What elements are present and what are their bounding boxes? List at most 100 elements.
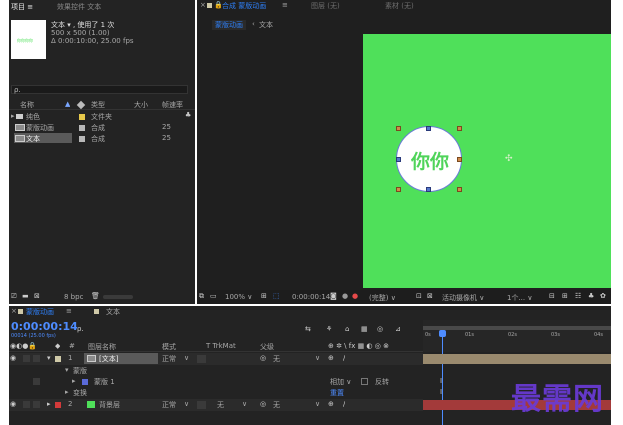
quality-select[interactable]: (完整) ∨ (369, 293, 396, 303)
anchor-point-icon[interactable]: ✣ (505, 154, 513, 164)
reset-link[interactable]: 重置 (330, 388, 344, 398)
exposure-icon[interactable]: ✿ (600, 292, 606, 300)
timeline-search-input[interactable]: ρ. (77, 325, 84, 333)
bbox-handle[interactable] (396, 126, 401, 131)
keyframe-marker-icon[interactable]: I (440, 388, 442, 396)
project-search-input[interactable]: ρ. (11, 85, 188, 94)
close-icon[interactable]: × (200, 1, 206, 9)
tab-composition[interactable]: 合成 蒙版动画 (222, 1, 266, 11)
shy-switch-icon[interactable]: ⊕ (328, 400, 334, 408)
invert-checkbox[interactable] (361, 378, 368, 385)
graph-editor-icon[interactable]: ⊿ (395, 325, 401, 333)
color-channel-icon[interactable]: ● (352, 292, 358, 300)
trkmat-select[interactable]: 无 (217, 400, 224, 410)
mode-select[interactable]: 正常 (162, 400, 176, 410)
region-of-interest-icon[interactable]: ⊡ (416, 292, 422, 300)
parent-select[interactable]: 无 (273, 354, 280, 364)
keyframe-marker-icon[interactable]: I (440, 377, 442, 385)
motion-blur-icon[interactable]: ◎ (377, 325, 383, 333)
transparency-grid-icon[interactable]: ⊠ (427, 292, 433, 300)
composition-mini-flowchart-icon[interactable]: ⇆ (305, 325, 311, 333)
layer-row[interactable]: ◉ ▾ 1 [文本] 正常 ∨ ◎ 无 ∨ ⊕ / (9, 353, 423, 365)
chevron-down-icon[interactable]: ∨ (184, 354, 189, 362)
column-type[interactable]: 类型 (91, 100, 105, 110)
mask-color-chip[interactable] (82, 379, 88, 385)
project-tab[interactable]: 项目 ≡ (11, 2, 33, 12)
column-fps[interactable]: 帧速率 (162, 100, 183, 110)
mask-vertex[interactable] (396, 157, 401, 162)
expand-arrow-icon[interactable]: ▸ (72, 377, 76, 385)
column-layer-name[interactable]: 图层名称 (88, 342, 116, 352)
region-icon[interactable]: ⬚ (273, 292, 280, 300)
bbox-handle[interactable] (457, 187, 462, 192)
column-trkmat[interactable]: T TrkMat (206, 342, 236, 350)
switch-box[interactable] (23, 355, 30, 362)
thumbnail-slider[interactable] (103, 295, 133, 299)
always-preview-icon[interactable]: ⧉ (199, 292, 204, 301)
camera-select[interactable]: 活动摄像机 ∨ (442, 293, 484, 303)
parent-select[interactable]: 无 (273, 400, 280, 410)
tab-footage[interactable]: 素材 (无) (385, 1, 414, 11)
mode-select[interactable]: 正常 (162, 354, 176, 364)
trkmat-box[interactable] (197, 401, 206, 409)
panel-menu-icon[interactable]: ≡ (282, 1, 288, 9)
quality-switch-icon[interactable]: / (343, 400, 345, 408)
expand-arrow-icon[interactable]: ▸ (65, 388, 69, 396)
expand-arrow-icon[interactable]: ▸ (47, 400, 51, 408)
switch-box[interactable] (23, 401, 30, 408)
tab-timeline-text[interactable]: 文本 (106, 307, 120, 317)
mask-name[interactable]: 蒙版 1 (94, 377, 115, 387)
tab-layer[interactable]: 图层 (无) (311, 1, 340, 11)
column-size[interactable]: 大小 (134, 100, 148, 110)
chevron-down-icon[interactable]: ∨ (315, 400, 320, 408)
pickwhip-icon[interactable]: ◎ (260, 400, 266, 408)
work-area-bar[interactable] (423, 326, 611, 330)
column-name[interactable]: 名称 (20, 100, 34, 110)
mask-mode-select[interactable]: 相加 ∨ (330, 377, 351, 387)
time-ruler[interactable]: 0s 01s 02s 03s 04s (423, 320, 611, 352)
chevron-down-icon[interactable]: ∨ (242, 400, 247, 408)
viewer-timecode[interactable]: 0:00:00:14 (292, 293, 330, 301)
breadcrumb-item[interactable]: 蒙版动画 (212, 20, 246, 30)
flowchart-icon[interactable]: ♣ (588, 292, 594, 300)
views-select[interactable]: 1个... ∨ (507, 293, 533, 303)
close-icon[interactable]: × (11, 307, 17, 315)
bbox-handle[interactable] (457, 126, 462, 131)
visibility-icon[interactable]: ◉ (10, 400, 16, 408)
layer-duration-bar[interactable] (423, 354, 611, 364)
timeline-icon[interactable]: ☷ (575, 292, 581, 300)
layer-name[interactable]: [文本] (99, 354, 118, 364)
draft-3d-icon[interactable]: ⚘ (326, 325, 332, 333)
playhead-handle[interactable] (439, 330, 446, 337)
av-switches-icon[interactable]: ◉◐●🔒 (10, 342, 37, 350)
label-color-chip[interactable] (55, 402, 61, 408)
project-row[interactable]: 蒙版动画 合成 25 (9, 122, 195, 133)
zoom-select[interactable]: 100% ∨ (225, 293, 252, 301)
bbox-handle[interactable] (396, 187, 401, 192)
project-row[interactable]: ▸ 纯色 文件夹 (9, 111, 195, 122)
toggle-pixel-aspect-icon[interactable]: ⊟ (549, 292, 555, 300)
switch-box[interactable] (33, 401, 40, 408)
column-mode[interactable]: 模式 (162, 342, 176, 352)
breadcrumb-item[interactable]: 文本 (259, 20, 273, 30)
panel-menu-icon[interactable]: ≡ (66, 307, 72, 315)
frame-blending-icon[interactable]: ▦ (361, 325, 368, 333)
new-folder-icon[interactable]: ▬ (22, 292, 29, 300)
show-snapshot-icon[interactable]: ● (342, 292, 348, 300)
visibility-icon[interactable]: ◉ (10, 354, 16, 362)
project-row-selected[interactable]: 文本 合成 25 (9, 133, 195, 144)
fit-icon[interactable]: ⊞ (261, 292, 267, 300)
new-composition-icon[interactable]: ⊠ (34, 292, 40, 300)
chevron-down-icon[interactable]: ∨ (315, 354, 320, 362)
pickwhip-icon[interactable]: ◎ (260, 354, 266, 362)
effects-tab[interactable]: 效果控件 文本 (57, 2, 101, 12)
mask-vertex[interactable] (426, 187, 431, 192)
trkmat-box[interactable] (197, 355, 206, 363)
bbox-handle[interactable] (457, 157, 462, 162)
expand-arrow-icon[interactable]: ▾ (47, 354, 51, 362)
composition-canvas[interactable]: 你你 ✣ (363, 34, 611, 288)
expand-arrow-icon[interactable]: ▾ (65, 366, 69, 374)
chevron-down-icon[interactable]: ∨ (184, 400, 189, 408)
column-parent[interactable]: 父级 (260, 342, 274, 352)
layer-name[interactable]: 背景层 (99, 400, 120, 410)
